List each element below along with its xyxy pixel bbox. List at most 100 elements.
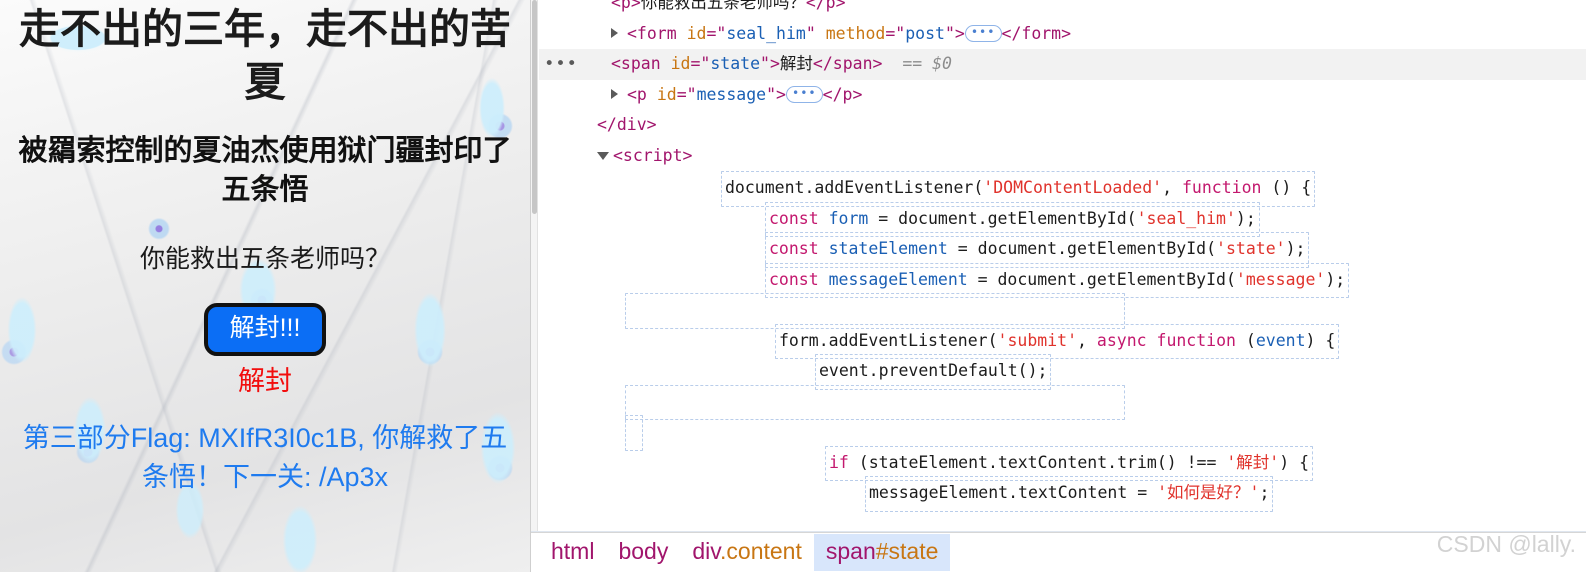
devtools-elements-panel: <p>你能救出五条老师吗？</p> <form id="seal_him" met… xyxy=(530,0,1586,572)
unseal-button[interactable]: 解封!!! xyxy=(203,302,327,356)
browser-viewport: 走不出的三年，走不出的苦夏 被羂索控制的夏油杰使用狱门疆封印了五条悟 你能救出五… xyxy=(0,0,530,572)
code-token: = document.getElementById( xyxy=(868,208,1137,228)
code-token: function xyxy=(1181,178,1262,197)
page-subtitle: 被羂索控制的夏油杰使用狱门疆封印了五条悟 xyxy=(18,134,512,206)
state-badge: 解封 xyxy=(238,365,292,396)
code-token: =" xyxy=(706,23,727,43)
code-token: form xyxy=(828,208,869,228)
breadcrumb-tag: div xyxy=(692,538,721,564)
dom-node-row[interactable]: <p id="message"> ••• </p> xyxy=(539,80,1586,111)
code-token: '如何是好？' xyxy=(1157,483,1260,502)
code-token: ) { xyxy=(1305,330,1336,350)
dom-tree[interactable]: <p>你能救出五条老师吗？</p> <form id="seal_him" met… xyxy=(539,0,1586,544)
code-token: id xyxy=(656,84,677,104)
dom-node-row[interactable]: <form id="seal_him" method="post"> ••• </f… xyxy=(539,19,1586,50)
code-token: seal_him xyxy=(726,23,806,43)
code-token: 'state' xyxy=(1216,239,1286,258)
code-token: </p> xyxy=(822,84,863,104)
breadcrumb-item-html[interactable]: html xyxy=(539,534,606,571)
code-token: = document.getElementById( xyxy=(967,269,1236,289)
scrollbar-thumb[interactable] xyxy=(532,0,537,214)
message-text: 第三部分Flag: MXIfR3I0c1B, 你解救了五条悟！下一关: /Ap3… xyxy=(22,423,508,492)
code-token: form.addEventListener( xyxy=(779,330,998,350)
code-token: state xyxy=(710,54,761,73)
breadcrumb-item-span[interactable]: span#state xyxy=(813,534,951,571)
chevron-right-icon[interactable] xyxy=(611,27,618,38)
code-token: 'seal_him' xyxy=(1136,208,1236,228)
seal-him-form[interactable]: 解封!!! xyxy=(8,302,522,356)
dom-node-row[interactable]: <script> xyxy=(539,141,1586,172)
breadcrumb: html body div.content span#state xyxy=(531,532,1586,572)
code-token: event.preventDefault(); xyxy=(819,361,1048,380)
code-token: <p> xyxy=(611,0,641,12)
breadcrumb-tag: span xyxy=(825,538,876,564)
code-token: event xyxy=(1255,330,1306,350)
code-token: <form xyxy=(627,23,687,43)
code-token: ) { xyxy=(1279,452,1310,472)
code-token: </form> xyxy=(1001,23,1072,43)
script-source-line: const form = document.getElementById('se… xyxy=(539,201,1586,237)
collapsed-children-badge[interactable]: ••• xyxy=(964,24,1002,42)
code-token: document.addEventListener( xyxy=(725,178,984,197)
code-token: = document.getElementById( xyxy=(947,239,1217,258)
page-question: 你能救出五条老师吗？ xyxy=(139,244,390,273)
code-token: "> xyxy=(944,23,965,43)
page-title: 走不出的三年，走不出的苦夏 xyxy=(19,6,511,106)
code-token: const xyxy=(769,269,819,289)
code-token: messageElement.textContent = xyxy=(869,483,1158,502)
code-token: ); xyxy=(1285,239,1306,258)
code-token: ( xyxy=(1235,330,1256,350)
code-token: post xyxy=(905,23,945,43)
code-token: messageElement xyxy=(828,269,968,289)
breadcrumb-selector: #state xyxy=(875,538,939,564)
dom-node-row[interactable]: </div> xyxy=(539,110,1586,141)
dom-node-text: </div> xyxy=(597,115,657,134)
code-token: '解封' xyxy=(1226,452,1280,472)
script-source-line: const stateElement = document.getElement… xyxy=(539,232,1586,268)
breadcrumb-tag: html xyxy=(551,538,595,564)
code-token: const xyxy=(769,208,819,228)
script-source-line xyxy=(539,293,1586,329)
code-token: ); xyxy=(1235,208,1256,228)
breadcrumb-item-body[interactable]: body xyxy=(606,534,680,571)
script-source-line: messageElement.textContent = '如何是好？'; xyxy=(539,476,1586,512)
code-token: 解封 xyxy=(779,54,813,73)
chevron-right-icon[interactable] xyxy=(611,88,618,99)
breadcrumb-item-div[interactable]: div.content xyxy=(680,534,814,571)
div-content: 走不出的三年，走不出的苦夏 被羂索控制的夏油杰使用狱门疆封印了五条悟 你能救出五… xyxy=(0,3,530,496)
code-token: id xyxy=(670,54,691,73)
script-source-line: if (stateElement.textContent.trim() !== … xyxy=(539,445,1586,481)
chevron-down-icon[interactable] xyxy=(597,151,609,165)
script-source-line: event.preventDefault(); xyxy=(539,354,1586,390)
code-token: == xyxy=(882,54,933,73)
collapsed-children-badge[interactable]: ••• xyxy=(785,85,823,103)
code-token: ; xyxy=(1259,483,1270,502)
code-token: <span xyxy=(611,54,671,73)
code-token: $0 xyxy=(932,54,952,73)
dom-node-text: <script> xyxy=(597,146,692,165)
script-source-line xyxy=(539,384,1586,420)
code-token: id xyxy=(686,23,707,43)
code-token: </div> xyxy=(597,115,657,134)
screenshot-root: 走不出的三年，走不出的苦夏 被羂索控制的夏油杰使用狱门疆封印了五条悟 你能救出五… xyxy=(0,0,1586,572)
code-token: (stateElement.textContent.trim() !== xyxy=(848,452,1227,472)
script-source-line: form.addEventListener('submit', async fu… xyxy=(539,323,1586,359)
code-token: "> xyxy=(766,84,786,104)
code-token: =" xyxy=(690,54,711,73)
code-token: 你能救出五条老师吗？ xyxy=(640,0,806,12)
code-token: </p> xyxy=(805,0,846,12)
dom-node-row[interactable]: ••• <span id="state">解封</span> == $0 xyxy=(539,49,1586,80)
code-token: if xyxy=(829,452,849,472)
dom-node-row[interactable]: <p>你能救出五条老师吗？</p> xyxy=(539,0,1586,19)
code-token: () { xyxy=(1261,178,1312,197)
code-token: " xyxy=(805,23,826,43)
dom-tree-scrollbar[interactable] xyxy=(531,0,538,572)
code-token: ); xyxy=(1325,269,1346,289)
node-more-icon[interactable]: ••• xyxy=(541,49,581,80)
dom-node-text: <p id="message"> ••• </p> xyxy=(611,85,862,104)
code-token: 'submit' xyxy=(997,330,1078,350)
code-token: async function xyxy=(1096,330,1236,350)
source-line-content: messageElement.textContent = '如何是好？'; xyxy=(865,476,1274,512)
